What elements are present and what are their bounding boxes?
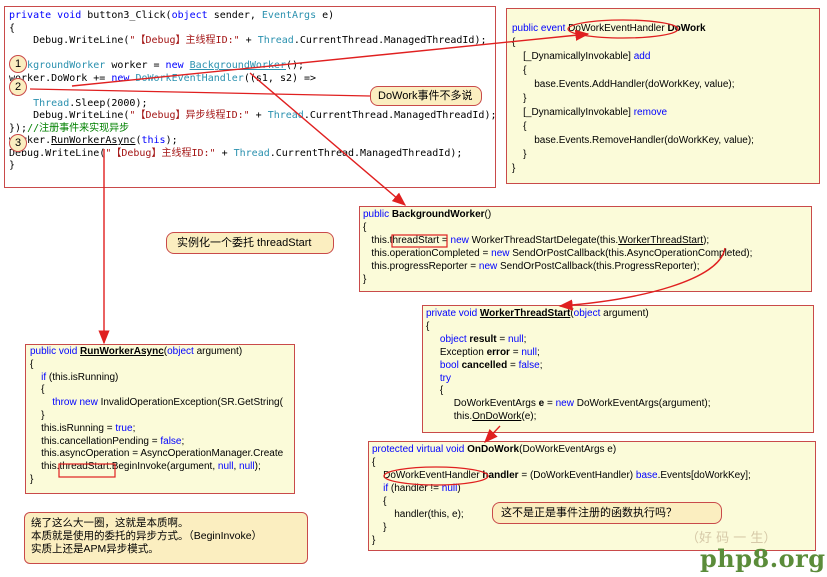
highlight-ellipse <box>567 19 679 39</box>
highlight-underline <box>29 88 371 97</box>
arrow <box>71 29 590 87</box>
highlight-ellipse <box>383 466 489 486</box>
highlight-rect <box>58 463 116 478</box>
highlight-rect <box>391 234 448 248</box>
arrow <box>558 247 726 311</box>
arrow <box>484 425 501 444</box>
annotation-overlay <box>29 19 726 486</box>
arrow <box>249 72 407 206</box>
